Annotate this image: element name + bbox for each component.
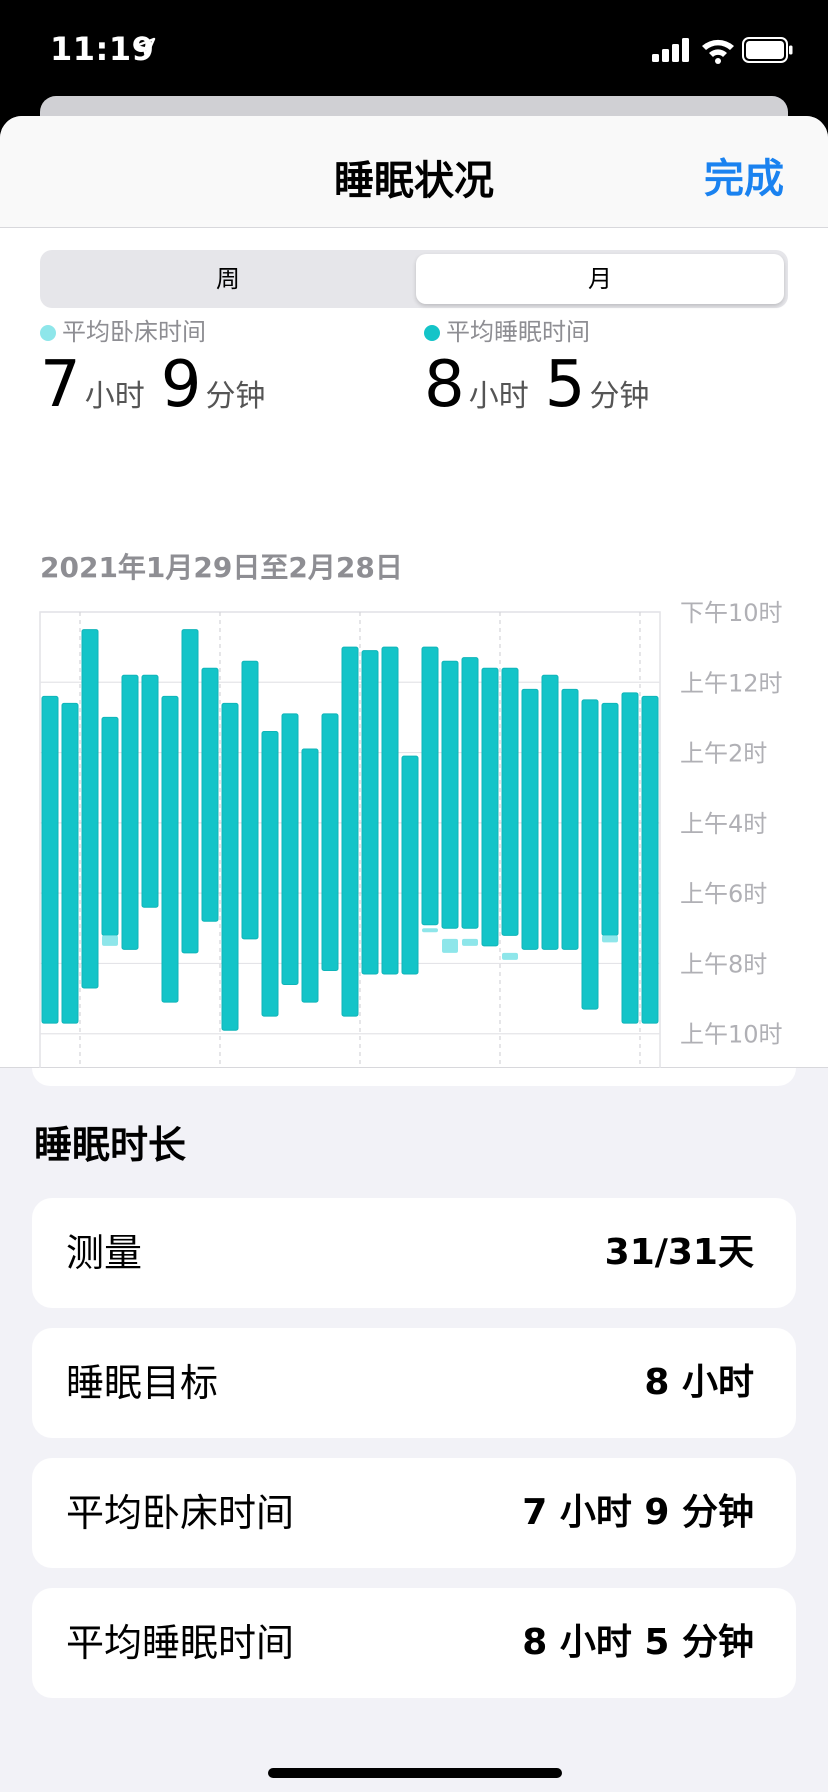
asleep-bar [161, 695, 179, 1003]
location-arrow-icon [134, 37, 156, 59]
sleep-chart[interactable]: 下午10时上午12时上午2时上午4时上午6时上午8时上午10时下午12时31日7… [0, 228, 828, 1068]
home-indicator[interactable] [268, 1768, 562, 1778]
asleep-bar [301, 748, 319, 1003]
asleep-bar [521, 688, 539, 950]
asleep-bar [81, 629, 99, 989]
asleep-bar [481, 667, 499, 947]
section-title-sleep-duration: 睡眠时长 [34, 1123, 187, 1167]
asleep-bar [141, 674, 159, 908]
sleep-analysis-sheet: 睡眠状况 完成 周 月 平均卧床时间 平均睡眠时间 7 小时 9 分钟 8 小时 5 分钟 … [0, 116, 828, 1792]
asleep-bar [641, 695, 659, 1024]
wifi-icon [702, 39, 734, 64]
y-tick-label: 上午8时 [680, 950, 767, 978]
asleep-bar [581, 699, 599, 1010]
row-value: 7 小时 9 分钟 [522, 1492, 754, 1533]
status-bar: 11:19 [0, 0, 828, 96]
nav-bar: 睡眠状况 完成 [0, 116, 828, 228]
asleep-bar [41, 695, 59, 1024]
row-avg-in-bed[interactable]: 平均卧床时间 7 小时 9 分钟 [32, 1458, 796, 1568]
asleep-bar [461, 657, 479, 929]
asleep-bar [281, 713, 299, 986]
y-tick-label: 上午4时 [680, 810, 767, 838]
asleep-bar [241, 660, 259, 940]
asleep-bar [401, 755, 419, 975]
battery-icon [742, 37, 793, 63]
asleep-bar [561, 688, 579, 950]
asleep-bar [261, 730, 279, 1017]
asleep-bar [121, 674, 139, 950]
asleep-bar [101, 716, 119, 936]
done-button[interactable]: 完成 [704, 146, 784, 204]
asleep-bar [441, 660, 459, 929]
card-peek [32, 1068, 796, 1086]
row-value: 31/31天 [604, 1232, 754, 1273]
asleep-bar [181, 629, 199, 954]
asleep-bar [381, 646, 399, 975]
asleep-bar [501, 667, 519, 936]
asleep-bar [361, 650, 379, 975]
in-bed-bar [102, 935, 118, 946]
y-tick-label: 上午2时 [680, 740, 767, 768]
asleep-bar [541, 674, 559, 950]
row-value: 8 小时 5 分钟 [522, 1622, 754, 1663]
row-measurements[interactable]: 测量 31/31天 [32, 1198, 796, 1308]
in-bed-bar [422, 928, 438, 933]
row-avg-asleep[interactable]: 平均睡眠时间 8 小时 5 分钟 [32, 1588, 796, 1698]
asleep-bar [621, 692, 639, 1024]
row-label: 平均卧床时间 [66, 1491, 295, 1535]
y-tick-label: 下午10时 [680, 599, 783, 627]
cellular-signal-icon [652, 38, 689, 62]
asleep-bar [321, 713, 339, 971]
in-bed-bar [462, 938, 478, 946]
row-label: 测量 [66, 1231, 143, 1275]
row-value: 8 小时 [644, 1362, 754, 1403]
asleep-bar [341, 646, 359, 1017]
in-bed-bar [602, 935, 618, 943]
in-bed-bar [442, 938, 458, 953]
y-tick-label: 上午6时 [680, 880, 767, 908]
asleep-bar [421, 646, 439, 926]
row-sleep-goal[interactable]: 睡眠目标 8 小时 [32, 1328, 796, 1438]
chart-panel: 周 月 平均卧床时间 平均睡眠时间 7 小时 9 分钟 8 小时 5 分钟 2021年1月2… [0, 228, 828, 1068]
y-tick-label: 上午12时 [680, 669, 783, 697]
asleep-bar [201, 667, 219, 922]
row-label: 平均睡眠时间 [66, 1621, 295, 1665]
asleep-bar [61, 702, 79, 1024]
in-bed-bar [502, 952, 518, 960]
y-tick-label: 上午10时 [680, 1021, 783, 1049]
asleep-bar [221, 702, 239, 1031]
row-label: 睡眠目标 [66, 1361, 219, 1405]
asleep-bar [601, 702, 619, 936]
